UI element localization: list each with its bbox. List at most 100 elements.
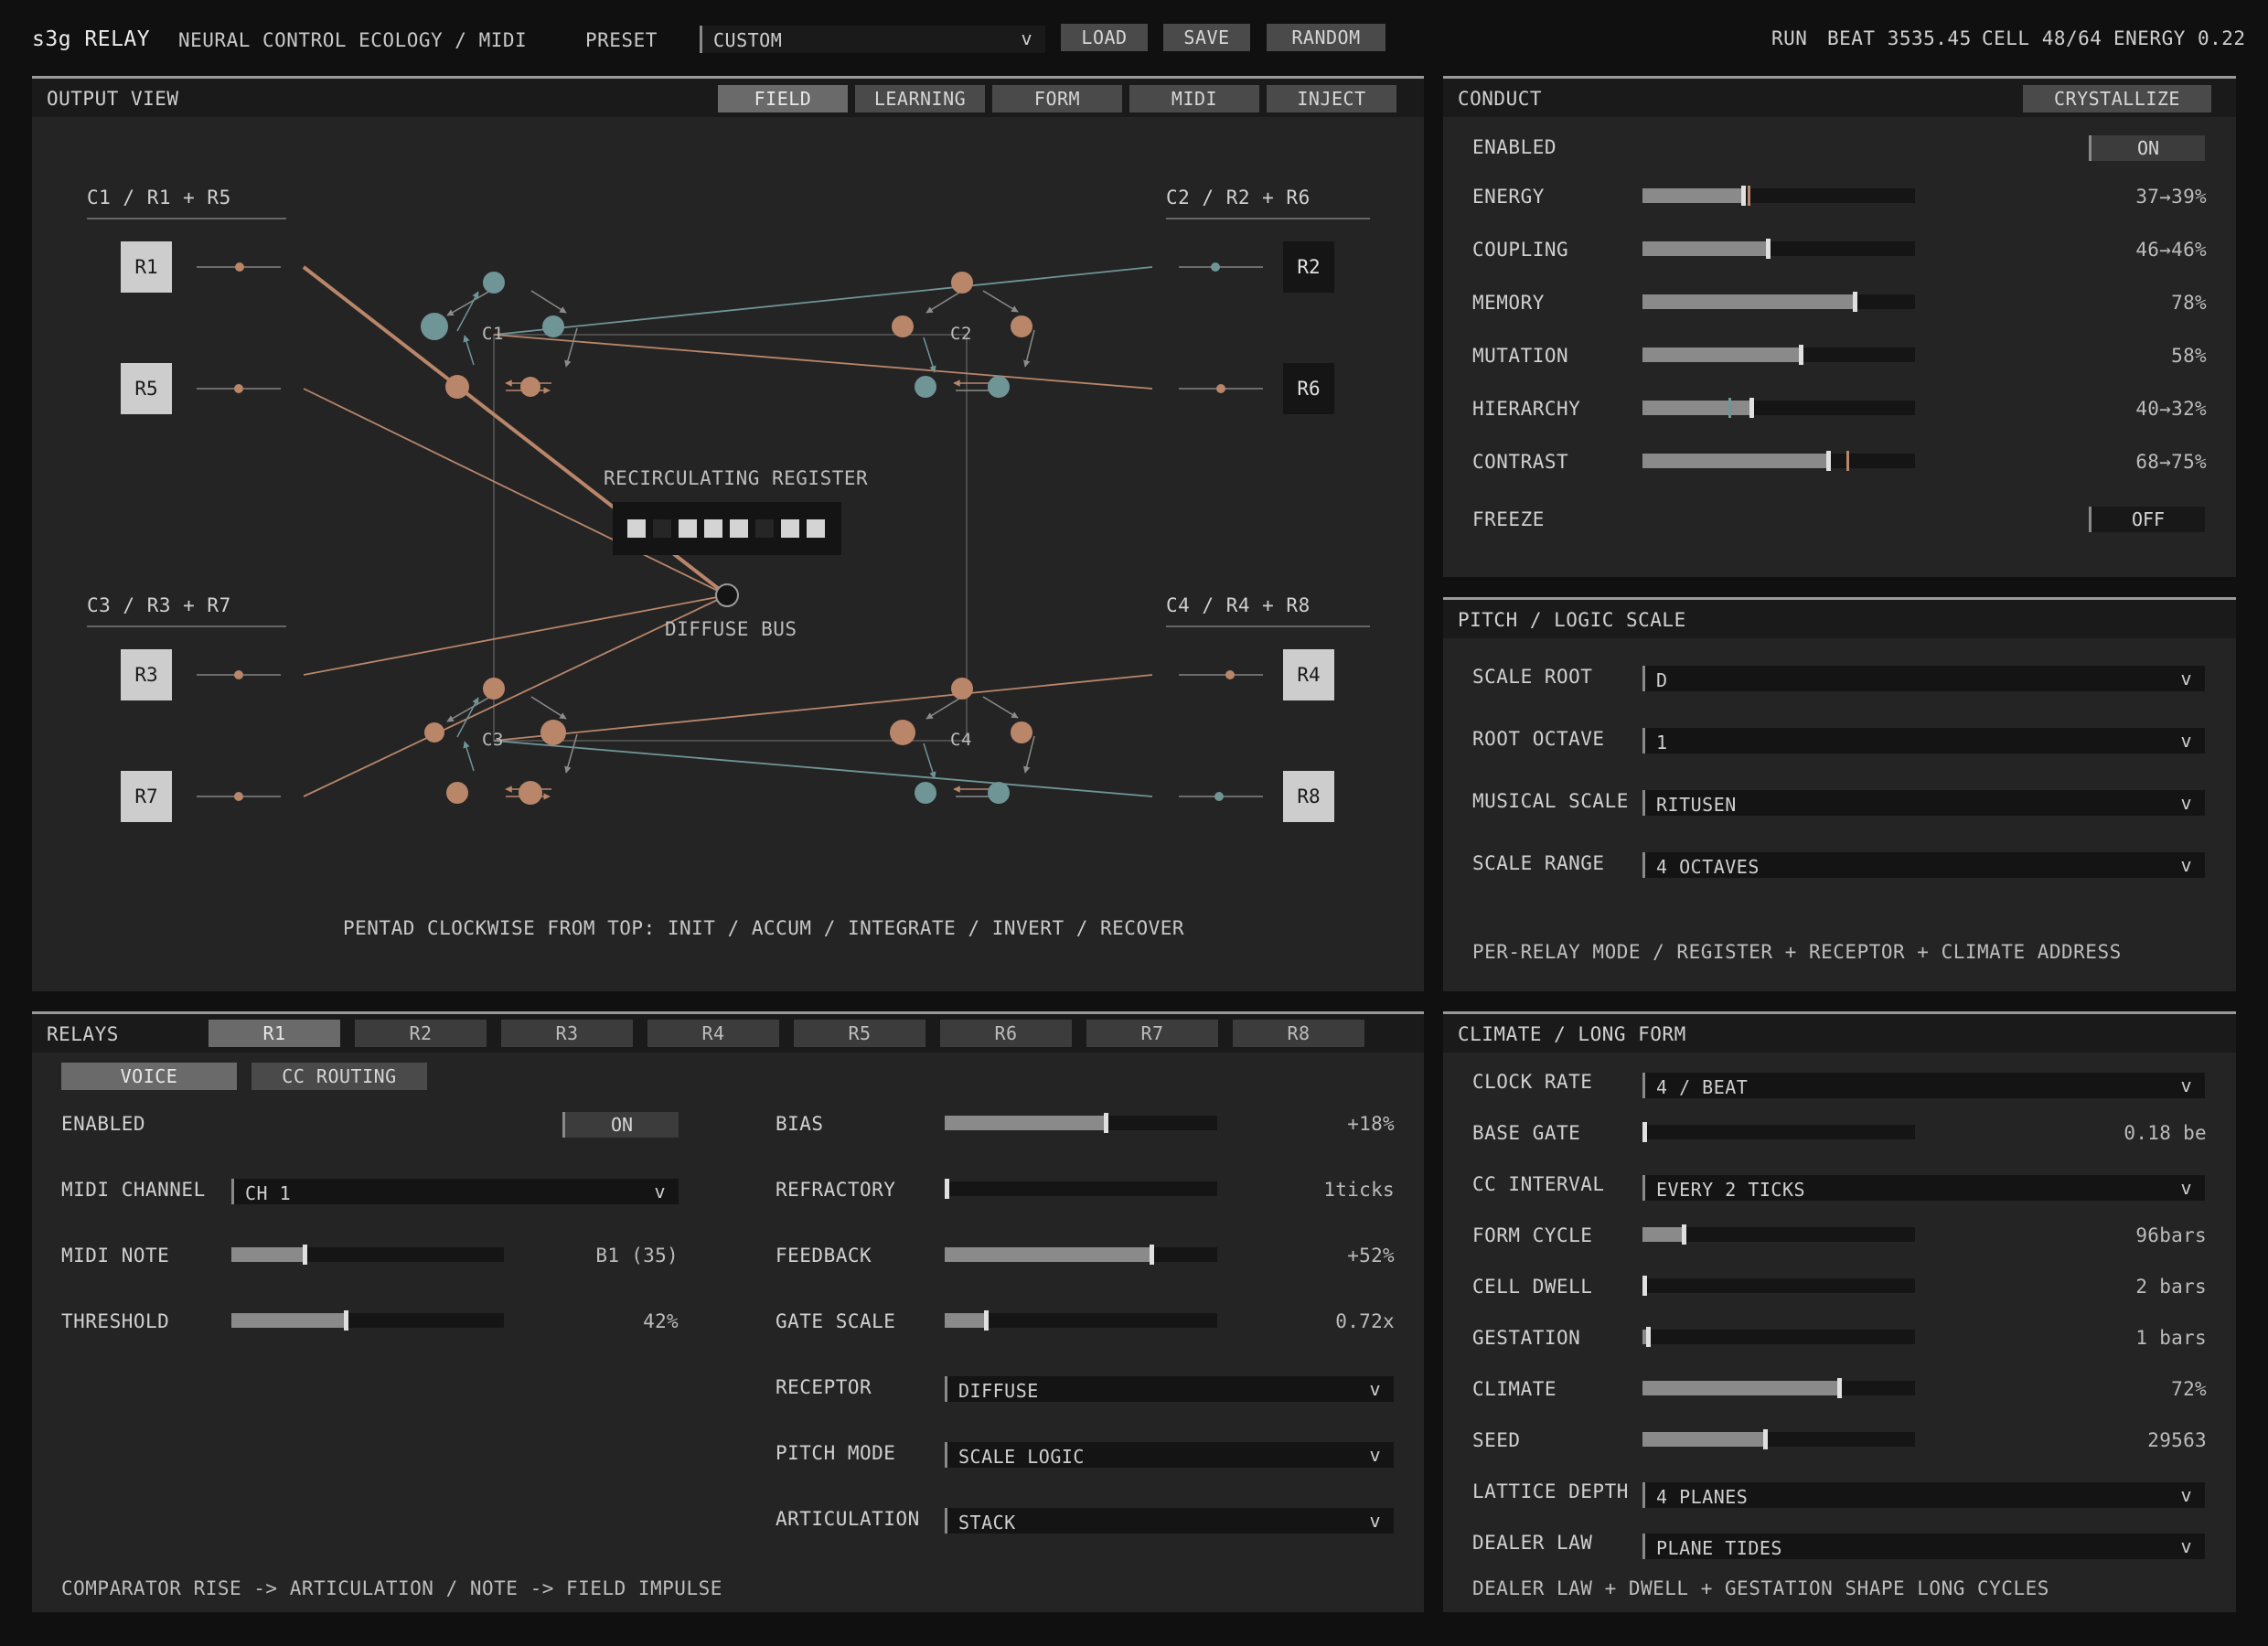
tab-field[interactable]: FIELD (718, 85, 848, 112)
tab-relay-r1[interactable]: R1 (209, 1020, 340, 1047)
mutation-slider[interactable] (1642, 345, 1915, 365)
contrast-fill (1642, 454, 1828, 468)
cc-interval-select[interactable]: EVERY 2 TICKS v (1642, 1175, 2205, 1201)
clock-rate-select[interactable]: 4 / BEAT v (1642, 1073, 2205, 1098)
chevron-down-icon: v (2180, 854, 2192, 876)
tab-midi[interactable]: MIDI (1129, 85, 1259, 112)
threshold-knob[interactable] (344, 1310, 349, 1331)
register-bit (704, 519, 722, 538)
tab-relay-r8[interactable]: R8 (1233, 1020, 1364, 1047)
coupling-fill (1642, 241, 1769, 256)
form-cycle-slider[interactable] (1642, 1224, 1915, 1245)
climate-slider[interactable] (1642, 1378, 1915, 1398)
random-button[interactable]: RANDOM (1267, 24, 1385, 51)
feedback-slider[interactable] (945, 1245, 1217, 1265)
relay-node-r5[interactable]: R5 (121, 363, 172, 414)
energy-readout: ENERGY 0.22 (2113, 27, 2246, 49)
tab-relay-r5[interactable]: R5 (794, 1020, 925, 1047)
tab-relay-r4[interactable]: R4 (647, 1020, 779, 1047)
chevron-down-icon: v (1369, 1444, 1381, 1466)
bias-slider[interactable] (945, 1113, 1217, 1133)
relay-enabled-toggle[interactable]: ON (562, 1112, 679, 1138)
form-cycle-knob[interactable] (1681, 1224, 1686, 1245)
cell-dwell-slider[interactable] (1642, 1276, 1915, 1296)
tab-learning[interactable]: LEARNING (855, 85, 985, 112)
tab-form[interactable]: FORM (992, 85, 1122, 112)
base-gate-slider[interactable] (1642, 1122, 1915, 1142)
relay-node-r3[interactable]: R3 (121, 649, 172, 700)
tab-inject[interactable]: INJECT (1267, 85, 1396, 112)
relay-node-r7[interactable]: R7 (121, 771, 172, 822)
tab-relay-r6[interactable]: R6 (940, 1020, 1072, 1047)
scale-root-select[interactable]: D v (1642, 666, 2205, 691)
output-view-title: OUTPUT VIEW (47, 88, 179, 110)
memory-knob[interactable] (1853, 292, 1858, 312)
chevron-down-icon: v (654, 1181, 666, 1202)
relay-node-r6[interactable]: R6 (1283, 363, 1334, 414)
energy-slider[interactable] (1642, 186, 1915, 206)
energy-fill (1642, 188, 1744, 203)
dealer-law-select[interactable]: PLANE TIDES v (1642, 1534, 2205, 1559)
contrast-knob[interactable] (1825, 451, 1831, 471)
articulation-select[interactable]: STACK v (945, 1508, 1394, 1534)
coupling-slider[interactable] (1642, 239, 1915, 259)
pitch-mode-select[interactable]: SCALE LOGIC v (945, 1442, 1394, 1468)
load-button[interactable]: LOAD (1061, 24, 1148, 51)
gestation-slider[interactable] (1642, 1327, 1915, 1347)
cell-dwell-knob[interactable] (1642, 1276, 1647, 1296)
tab-relay-r2[interactable]: R2 (355, 1020, 487, 1047)
gestation-knob[interactable] (1645, 1327, 1651, 1347)
crystallize-button[interactable]: CRYSTALLIZE (2023, 85, 2211, 112)
tab-relay-r7[interactable]: R7 (1086, 1020, 1218, 1047)
gate-scale-label: GATE SCALE (776, 1310, 896, 1332)
relay-node-r2[interactable]: R2 (1283, 241, 1334, 293)
bias-fill (945, 1116, 1106, 1130)
refractory-knob[interactable] (945, 1179, 949, 1199)
threshold-slider[interactable] (231, 1310, 504, 1331)
mutation-knob[interactable] (1798, 345, 1803, 365)
gate-scale-knob[interactable] (983, 1310, 989, 1331)
seed-knob[interactable] (1763, 1429, 1769, 1449)
contrast-label: CONTRAST (1472, 451, 1569, 473)
app-title: s3g RELAY (32, 27, 151, 51)
conduct-freeze-toggle[interactable]: OFF (2089, 507, 2205, 532)
root-octave-select[interactable]: 1 v (1642, 728, 2205, 754)
midi-note-knob[interactable] (303, 1245, 308, 1265)
lattice-depth-select[interactable]: 4 PLANES v (1642, 1482, 2205, 1508)
scale-range-label: SCALE RANGE (1472, 852, 1605, 874)
energy-knob[interactable] (1741, 186, 1747, 206)
group-label-c3: C3 / R3 + R7 (87, 594, 231, 616)
subtab-cc-routing[interactable]: CC ROUTING (251, 1063, 427, 1090)
save-button[interactable]: SAVE (1163, 24, 1250, 51)
chevron-down-icon: v (2180, 1177, 2192, 1199)
contrast-slider[interactable] (1642, 451, 1915, 471)
mutation-fill (1642, 347, 1801, 362)
seed-slider[interactable] (1642, 1429, 1915, 1449)
coupling-knob[interactable] (1766, 239, 1771, 259)
base-gate-knob[interactable] (1642, 1122, 1647, 1142)
climate-knob[interactable] (1836, 1378, 1842, 1398)
relay-node-r4[interactable]: R4 (1283, 649, 1334, 700)
feedback-knob[interactable] (1150, 1245, 1155, 1265)
receptor-select[interactable]: DIFFUSE v (945, 1376, 1394, 1402)
scale-range-select[interactable]: 4 OCTAVES v (1642, 852, 2205, 878)
base-gate-value: 0.18 be (2124, 1122, 2207, 1144)
tab-relay-r3[interactable]: R3 (501, 1020, 633, 1047)
hierarchy-slider[interactable] (1642, 398, 1915, 418)
refractory-slider[interactable] (945, 1179, 1217, 1199)
midi-channel-select[interactable]: CH 1 v (231, 1179, 679, 1204)
memory-slider[interactable] (1642, 292, 1915, 312)
bias-knob[interactable] (1103, 1113, 1108, 1133)
scale-root-label: SCALE ROOT (1472, 666, 1593, 688)
pitch-panel: PITCH / LOGIC SCALE SCALE ROOT D v ROOT … (1443, 597, 2236, 991)
midi-note-slider[interactable] (231, 1245, 504, 1265)
gate-scale-slider[interactable] (945, 1310, 1217, 1331)
relay-node-r8[interactable]: R8 (1283, 771, 1334, 822)
conduct-enabled-toggle[interactable]: ON (2089, 135, 2205, 161)
relay-node-r1[interactable]: R1 (121, 241, 172, 293)
subtab-voice[interactable]: VOICE (61, 1063, 237, 1090)
chevron-down-icon: v (2180, 730, 2192, 752)
preset-select[interactable]: CUSTOM v (700, 26, 1045, 53)
hierarchy-knob[interactable] (1749, 398, 1755, 418)
musical-scale-select[interactable]: RITUSEN v (1642, 790, 2205, 816)
